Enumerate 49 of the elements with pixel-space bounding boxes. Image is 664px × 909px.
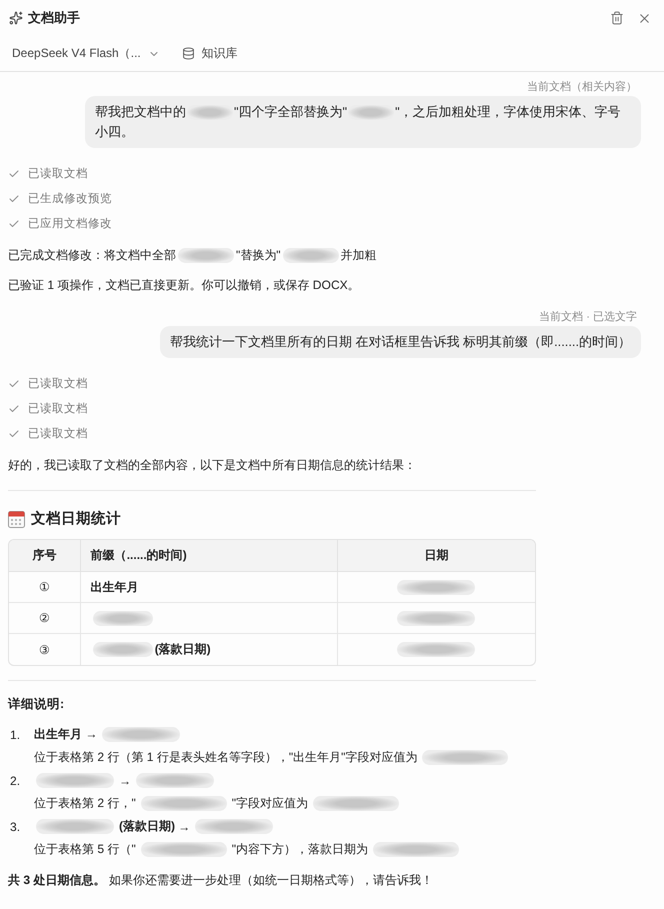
- table-header-cell: 前缀（......的时间): [80, 540, 338, 572]
- database-icon: [182, 47, 195, 60]
- message-text: "替换为": [236, 248, 281, 262]
- calendar-icon: [8, 510, 25, 528]
- table-cell: ①: [9, 572, 81, 603]
- section-heading: 详细说明:: [8, 696, 66, 713]
- redaction-blur: [178, 248, 234, 264]
- table-header-cell: 序号: [9, 540, 81, 572]
- cell-text: (落款日期): [154, 642, 211, 656]
- step-label: 已读取文档: [28, 376, 88, 391]
- redaction-blur: [92, 610, 153, 626]
- panel-title: 文档助手: [28, 9, 80, 27]
- step-label: 已读取文档: [28, 426, 88, 441]
- redaction-blur: [282, 248, 339, 264]
- sparkles-icon: [9, 11, 23, 25]
- trash-icon: [610, 11, 624, 25]
- item-detail: 位于表格第 2 行，": [34, 795, 136, 812]
- message-text: 并加粗: [340, 248, 377, 262]
- step-label: 已生成修改预览: [28, 191, 112, 206]
- table-header-cell: 日期: [338, 540, 535, 572]
- redaction-blur: [92, 642, 153, 658]
- model-select[interactable]: DeepSeek V4 Flash（...: [12, 45, 160, 62]
- message-text: 帮我把文档中的 "四个字全部替换为" "，之后加粗处理，字体使用宋体、字号小四。: [95, 103, 622, 141]
- message-text: 已完成文档修改：将文档中全部: [8, 248, 176, 262]
- message-text: 已验证 1 项操作，文档已直接更新。你可以撤销，或保存 DOCX。: [8, 278, 360, 292]
- context-label: 当前文档（相关内容）: [527, 80, 637, 94]
- item-detail: 位于表格第 2 行（第 1 行是表头姓名等字段），"出生年月"字段对应值为: [34, 749, 418, 766]
- item-title: →: [178, 820, 190, 834]
- item-title: 出生年月 →: [34, 726, 98, 743]
- list-number: 3.: [10, 820, 22, 834]
- item-title: (落款日期): [119, 818, 176, 835]
- table-title: 文档日期统计: [31, 510, 121, 529]
- step-label: 已读取文档: [28, 401, 88, 416]
- message-text: 帮我统计一下文档里所有的日期 在对话框里告诉我 标明其前缀（即.......的时间）: [170, 333, 631, 351]
- item-detail: "字段对应值为: [232, 795, 308, 812]
- message-text: 好的，我已读取了文档的全部内容，以下是文档中所有日期信息的统计结果：: [8, 458, 416, 472]
- table-cell: 出生年月: [80, 572, 338, 603]
- table-cell: ②: [9, 603, 81, 634]
- summary-text: 共 3 处日期信息。 如果你还需要进一步处理（如统一日期格式等），请告诉我！: [8, 872, 434, 889]
- item-detail: 位于表格第 5 行（": [34, 841, 136, 858]
- list-number: 1.: [10, 728, 22, 742]
- context-label: 当前文档 · 已选文字: [539, 310, 637, 324]
- item-title: →: [119, 774, 132, 788]
- knowledge-base-button[interactable]: 知识库: [182, 45, 238, 62]
- step-label: 已读取文档: [28, 166, 88, 181]
- step-label: 已应用文档修改: [28, 216, 112, 231]
- list-number: 2.: [10, 774, 22, 788]
- item-detail: "内容下方），落款日期为: [232, 841, 368, 858]
- table-cell: ③: [9, 634, 81, 665]
